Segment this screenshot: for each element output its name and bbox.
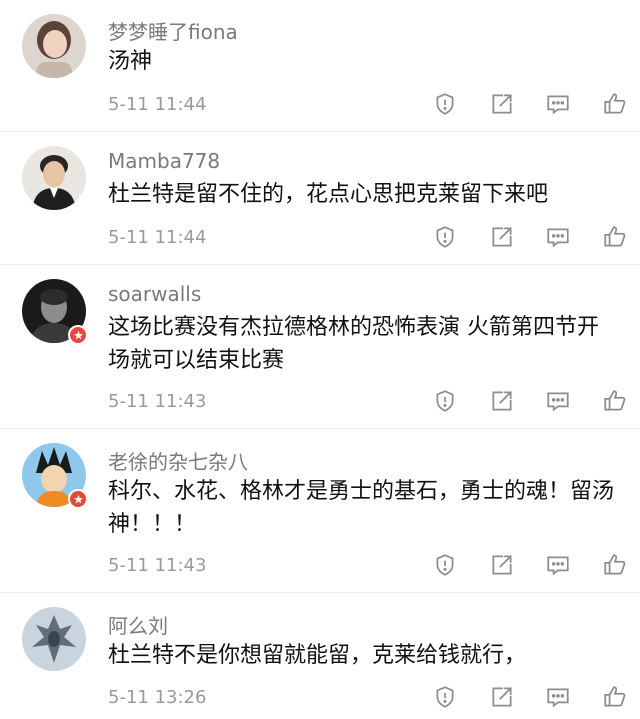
- report-icon[interactable]: [430, 550, 460, 580]
- share-icon[interactable]: [487, 222, 517, 252]
- avatar[interactable]: [22, 146, 86, 210]
- comment-text: 这场比赛没有杰拉德格林的恐怖表演 火箭第四节开场就可以结束比赛: [108, 315, 599, 373]
- timestamp: 5-11 11:43: [108, 391, 207, 412]
- share-icon[interactable]: [487, 89, 517, 119]
- comment-item: 梦梦睡了fiona 汤神 5-11 11:44: [0, 0, 640, 132]
- badge-star-icon: [68, 325, 88, 345]
- badge-star-icon: [68, 489, 88, 509]
- comment-text: 科尔、水花、格林才是勇士的基石，勇士的魂！留汤神！！！: [108, 479, 615, 537]
- username[interactable]: 老徐的杂七杂八: [108, 446, 248, 475]
- username[interactable]: Mamba778: [108, 149, 220, 173]
- like-icon[interactable]: [600, 550, 630, 580]
- comment-item: 老徐的杂七杂八 科尔、水花、格林才是勇士的基石，勇士的魂！留汤神！！！ 5-11…: [0, 429, 640, 593]
- share-icon[interactable]: [487, 386, 517, 416]
- like-icon[interactable]: [600, 89, 630, 119]
- reply-icon[interactable]: [543, 386, 573, 416]
- reply-icon[interactable]: [543, 682, 573, 712]
- like-icon[interactable]: [600, 386, 630, 416]
- report-icon[interactable]: [430, 222, 460, 252]
- comment-text: 汤神: [108, 49, 153, 74]
- timestamp: 5-11 13:26: [108, 687, 207, 708]
- comment-actions: [430, 682, 630, 712]
- username[interactable]: 阿么刘: [108, 610, 168, 639]
- comment-text: 杜兰特不是你想留就能留，克莱给钱就行，: [108, 643, 527, 668]
- reply-icon[interactable]: [543, 550, 573, 580]
- report-icon[interactable]: [430, 89, 460, 119]
- reply-icon[interactable]: [543, 89, 573, 119]
- comment-actions: [430, 386, 630, 416]
- share-icon[interactable]: [487, 682, 517, 712]
- comment-actions: [430, 550, 630, 580]
- username[interactable]: 梦梦睡了fiona: [108, 16, 238, 45]
- timestamp: 5-11 11:44: [108, 94, 207, 115]
- avatar[interactable]: [22, 607, 86, 671]
- report-icon[interactable]: [430, 386, 460, 416]
- reply-icon[interactable]: [543, 222, 573, 252]
- comment-text: 杜兰特是留不住的，花点心思把克莱留下来吧: [108, 182, 549, 207]
- avatar[interactable]: [22, 14, 86, 78]
- timestamp: 5-11 11:44: [108, 227, 207, 248]
- comment-actions: [430, 89, 630, 119]
- comment-item: Mamba778 杜兰特是留不住的，花点心思把克莱留下来吧 5-11 11:44: [0, 132, 640, 265]
- report-icon[interactable]: [430, 682, 460, 712]
- timestamp: 5-11 11:43: [108, 555, 207, 576]
- comment-item: soarwalls 这场比赛没有杰拉德格林的恐怖表演 火箭第四节开场就可以结束比…: [0, 265, 640, 429]
- like-icon[interactable]: [600, 222, 630, 252]
- comment-feed: 梦梦睡了fiona 汤神 5-11 11:44 Mamba778 杜兰特是留不住…: [0, 0, 640, 719]
- comment-actions: [430, 222, 630, 252]
- username[interactable]: soarwalls: [108, 282, 201, 306]
- like-icon[interactable]: [600, 682, 630, 712]
- comment-item: 阿么刘 杜兰特不是你想留就能留，克莱给钱就行， 5-11 13:26: [0, 593, 640, 719]
- share-icon[interactable]: [487, 550, 517, 580]
